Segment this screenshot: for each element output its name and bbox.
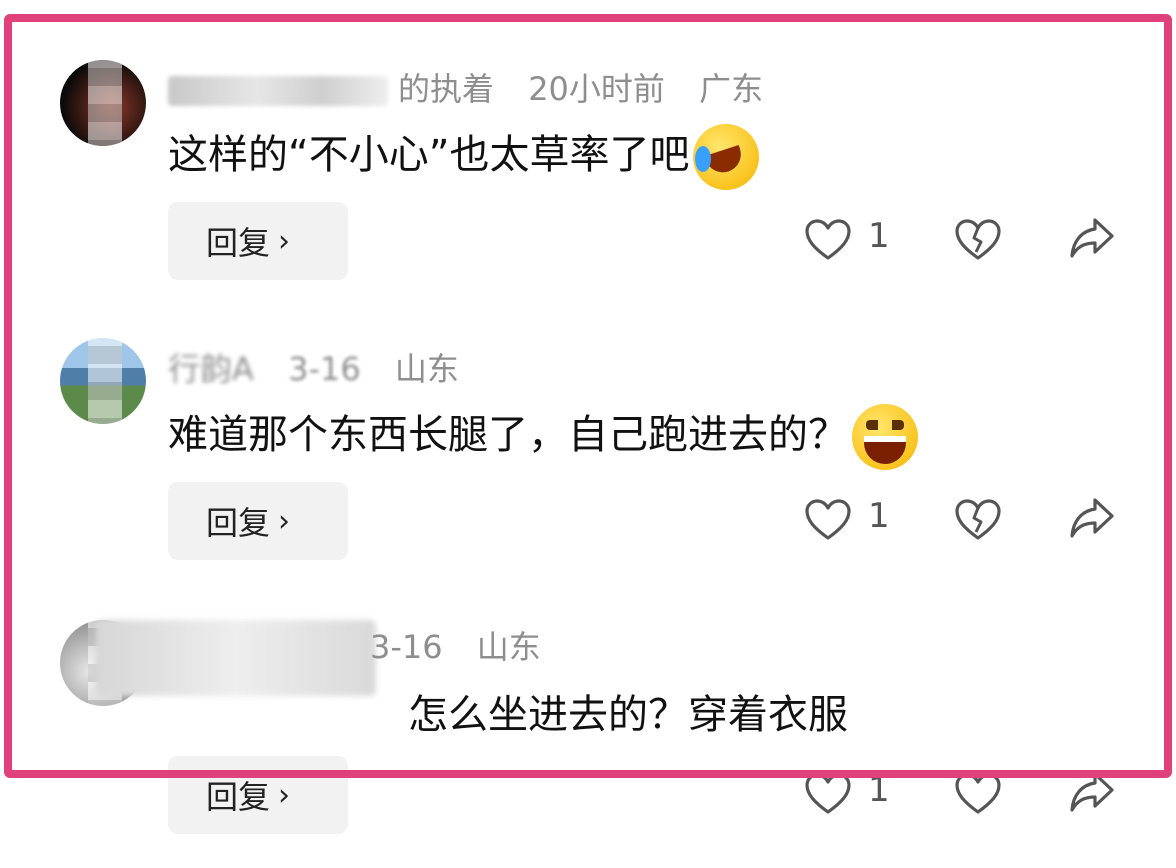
like-count: 1	[868, 216, 890, 256]
share-arrow-icon[interactable]	[1068, 770, 1116, 816]
comment-item: 3-16 山东 怎么坐进去的？穿着衣服 回复 › 1	[0, 598, 1176, 868]
heart-outline-icon[interactable]	[804, 772, 852, 816]
avatar[interactable]	[60, 60, 146, 146]
like-count: 1	[868, 496, 890, 536]
location: 山东	[394, 350, 459, 388]
comment-text: 怎么坐进去的？穿着衣服	[408, 682, 848, 740]
comment-item: 的执着 20小时前 广东 这样的“不小心”也太草率了吧 回复 › 1	[0, 40, 1176, 320]
rofl-emoji-icon	[693, 124, 760, 190]
timestamp: 20小时前	[528, 70, 665, 108]
broken-heart-icon[interactable]	[954, 772, 1002, 816]
share-arrow-icon[interactable]	[1068, 216, 1116, 262]
comment-meta: 行韵A 3-16 山东	[168, 344, 483, 390]
comment-body: 怎么坐进去的？穿着衣服	[408, 692, 848, 738]
comment-meta: 3-16 山东	[370, 622, 565, 668]
reply-button[interactable]: 回复 ›	[168, 756, 348, 834]
share-arrow-icon[interactable]	[1068, 496, 1116, 542]
comment-actions: 1	[800, 210, 1140, 270]
reply-label: 回复	[206, 504, 271, 542]
chevron-right-icon: ›	[278, 503, 291, 539]
location: 广东	[699, 70, 764, 108]
grinning-squinting-emoji-icon	[852, 404, 918, 470]
username[interactable]: 的执着	[398, 70, 494, 108]
like-count: 1	[868, 770, 890, 810]
comment-text: 难道那个东西长腿了，自己跑进去的？	[168, 402, 918, 470]
username[interactable]: 行韵A	[168, 350, 254, 388]
chevron-right-icon: ›	[278, 777, 291, 813]
reply-label: 回复	[206, 224, 271, 262]
comment-meta: 的执着 20小时前 广东	[168, 64, 787, 110]
timestamp: 3-16	[288, 350, 361, 388]
comment-actions: 1	[800, 764, 1140, 824]
heart-outline-icon[interactable]	[804, 218, 852, 262]
comment-body: 难道那个东西长腿了，自己跑进去的？	[168, 412, 848, 458]
avatar[interactable]	[60, 338, 146, 424]
comment-item: 行韵A 3-16 山东 难道那个东西长腿了，自己跑进去的？ 回复 › 1	[0, 322, 1176, 602]
reply-label: 回复	[206, 778, 271, 816]
comment-actions: 1	[800, 490, 1140, 550]
username-blurred[interactable]	[96, 620, 376, 696]
comment-body: 这样的“不小心”也太草率了吧	[168, 132, 690, 178]
broken-heart-icon[interactable]	[954, 218, 1002, 262]
username-blurred[interactable]	[168, 76, 388, 106]
timestamp: 3-16	[370, 628, 443, 666]
chevron-right-icon: ›	[278, 223, 291, 259]
reply-button[interactable]: 回复 ›	[168, 482, 348, 560]
location: 山东	[476, 628, 541, 666]
reply-button[interactable]: 回复 ›	[168, 202, 348, 280]
broken-heart-icon[interactable]	[954, 498, 1002, 542]
comment-text: 这样的“不小心”也太草率了吧	[168, 122, 760, 190]
heart-outline-icon[interactable]	[804, 498, 852, 542]
